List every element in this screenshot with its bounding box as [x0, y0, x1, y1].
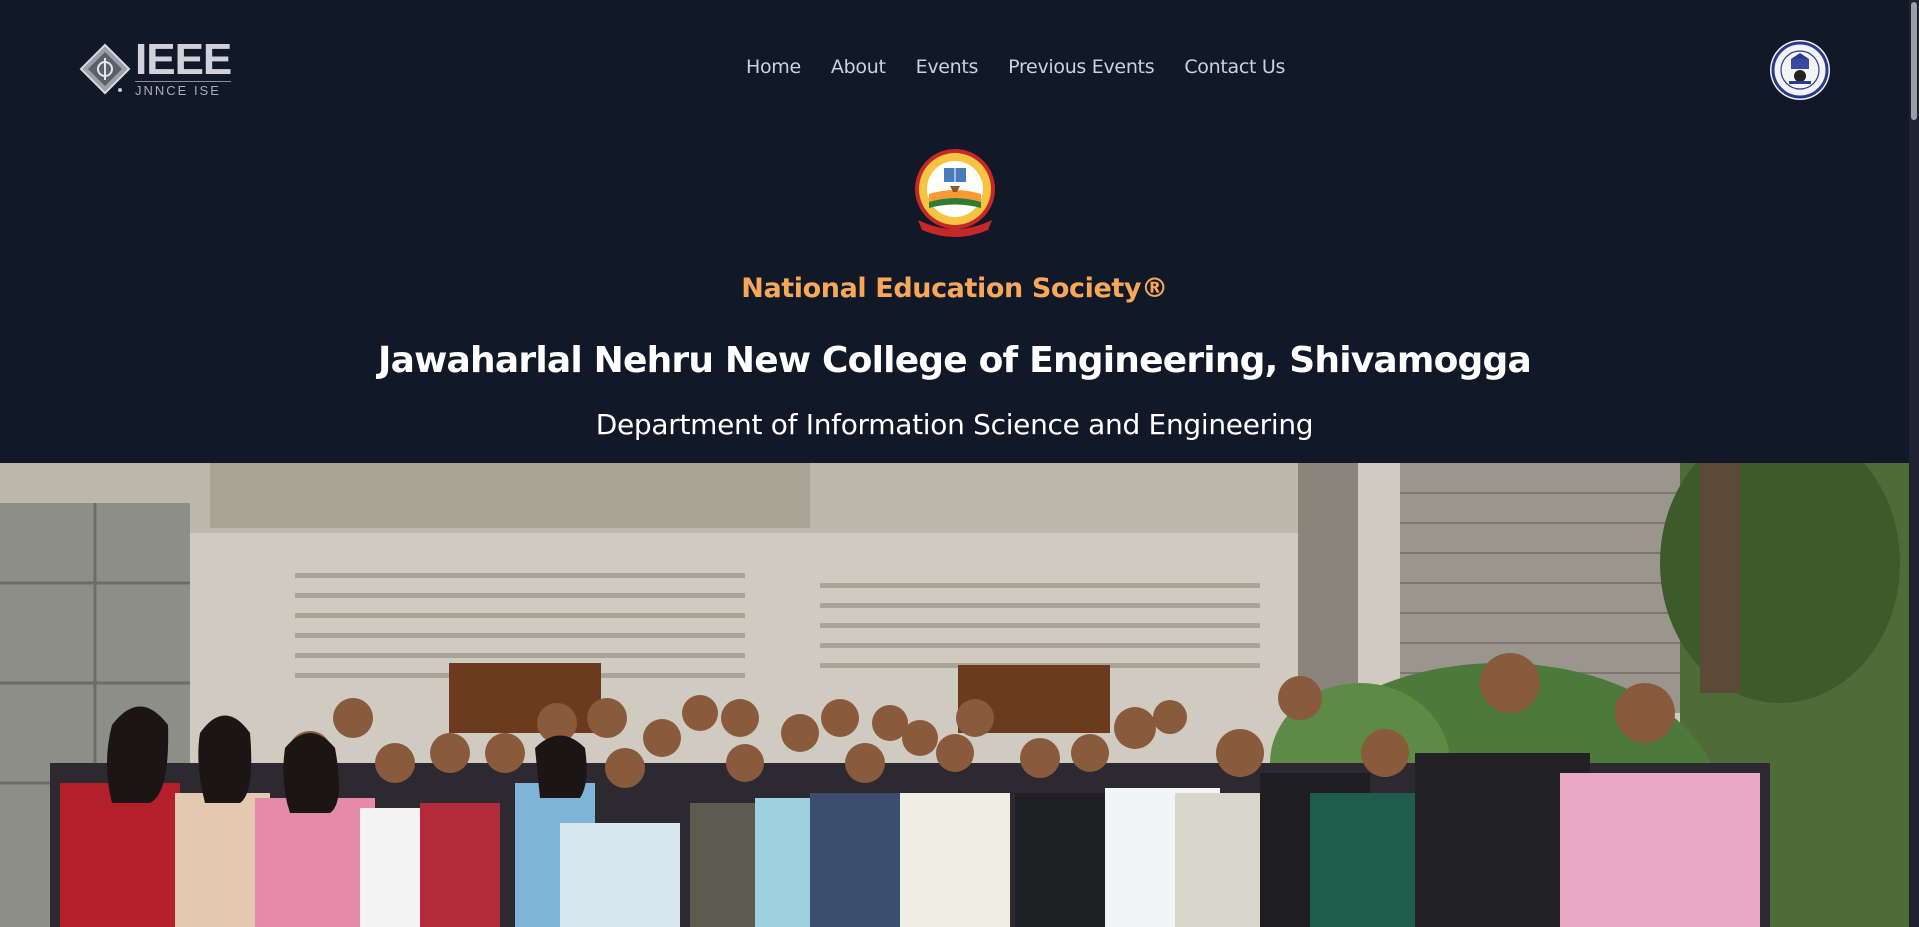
- department-title: Department of Information Science and En…: [595, 408, 1314, 441]
- college-title: Jawaharlal Nehru New College of Engineer…: [378, 340, 1532, 381]
- top-navbar: IEEE JNNCE ISE Home About Events Previou…: [0, 0, 1909, 140]
- scrollbar-thumb[interactable]: [1911, 2, 1917, 120]
- group-photo: [0, 463, 1909, 927]
- ieee-logo-link[interactable]: IEEE JNNCE ISE: [79, 38, 239, 100]
- college-seal-icon[interactable]: [1769, 39, 1831, 101]
- ieee-diamond-icon: [79, 43, 131, 95]
- society-title: National Education Society®: [741, 273, 1168, 304]
- nav-about[interactable]: About: [831, 56, 886, 78]
- nav-contact-us[interactable]: Contact Us: [1184, 56, 1285, 78]
- nav-events[interactable]: Events: [916, 56, 979, 78]
- hero-header: National Education Society® Jawaharlal N…: [0, 140, 1909, 463]
- brand-text: IEEE JNNCE ISE: [135, 35, 232, 98]
- page-scrollbar[interactable]: [1909, 0, 1919, 927]
- nav-previous-events[interactable]: Previous Events: [1008, 56, 1154, 78]
- nav-home[interactable]: Home: [746, 56, 801, 78]
- main-nav: Home About Events Previous Events Contac…: [746, 56, 1285, 78]
- brand-main: IEEE: [135, 35, 232, 84]
- page: IEEE JNNCE ISE Home About Events Previou…: [0, 0, 1919, 927]
- group-photo-image: [0, 463, 1909, 927]
- nes-emblem-icon: [915, 149, 995, 237]
- brand-sub: JNNCE ISE: [135, 81, 232, 98]
